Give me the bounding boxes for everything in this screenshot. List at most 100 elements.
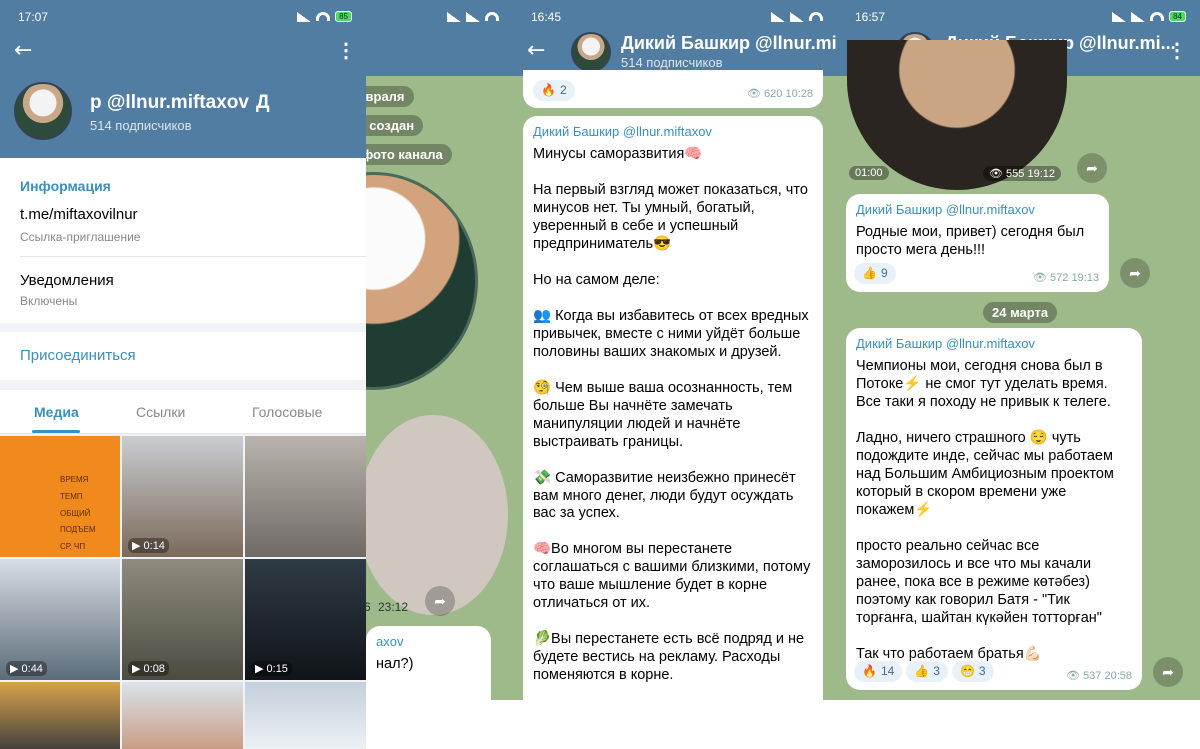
panel-profile: 17:07 85 ← ⋮ р @llnur.miftaxov 514 подпи… (0, 0, 366, 749)
post-message: Дикий Башкир @llnur.miftaxov Минусы само… (523, 116, 823, 700)
info-section: Информация t.me/miftaxovilnur Ссылка-при… (0, 158, 366, 323)
back-arrow-icon[interactable]: ← (527, 38, 545, 63)
media-thumb[interactable] (245, 682, 366, 749)
subscriber-count: 514 подписчиков (90, 118, 192, 133)
reaction-pill[interactable]: 👍 3 (906, 661, 948, 682)
previous-message: 🔥 2 👁 620 10:28 (523, 70, 823, 108)
status-bar: 17:07 85 (0, 0, 366, 33)
signal-icon (1112, 11, 1127, 22)
reaction-pill[interactable]: 👍 9 (854, 263, 896, 284)
tab-links[interactable]: Ссылки (136, 404, 185, 420)
wifi-icon (316, 12, 331, 21)
date-badge: 24 марта (983, 302, 1058, 323)
media-thumb[interactable]: ▶ 0:14 (122, 436, 243, 557)
divider (20, 256, 366, 257)
message-author: axov (376, 634, 404, 649)
media-thumb[interactable] (122, 682, 243, 749)
media-thumb[interactable]: ВРЕМЯ ТЕМП ОБЩИЙ ПОДЪЕМ СР. ЧП (0, 436, 120, 557)
message-bubble: Дикий Башкир @llnur.miftaxov Родные мои,… (846, 194, 1109, 292)
subscriber-count: 514 подписчиков (621, 54, 723, 70)
thumb-line: СР. ЧП (60, 542, 86, 552)
wifi-icon (809, 12, 823, 21)
message-author: Дикий Башкир @llnur.miftaxov (856, 336, 1035, 351)
reaction-count: 9 (880, 266, 888, 281)
thumb-line: ВРЕМЯ (60, 475, 89, 484)
reaction-count: 3 (933, 664, 940, 679)
more-menu-icon[interactable]: ⋮ (1167, 38, 1187, 63)
panel-chat-post: 16:45 ← Дикий Башкир @llnur.mi... 514 по… (513, 0, 837, 700)
media-thumb[interactable] (245, 436, 366, 557)
video-duration: 01:00 (849, 166, 889, 180)
video-meta: 👁 555 19:12 (983, 166, 1061, 181)
video-time: 23:12 (378, 600, 409, 614)
message-meta: 👁 537 20:58 (1066, 670, 1132, 683)
share-icon[interactable]: ➦ (1077, 153, 1107, 183)
video-duration: ▶ 0:44 (6, 661, 47, 676)
status-time: 16:57 (855, 9, 886, 24)
tab-media[interactable]: Медиа (34, 404, 79, 420)
media-thumb[interactable]: ▶ 0:15 (245, 559, 366, 680)
signal-icon (297, 11, 312, 22)
chat-header: 16:45 ← Дикий Башкир @llnur.mi... 514 по… (513, 0, 837, 76)
join-button[interactable]: Присоединиться (20, 347, 136, 364)
message-author: Дикий Башкир @llnur.miftaxov (856, 202, 1035, 217)
invite-link[interactable]: t.me/miftaxovilnur (20, 206, 138, 223)
reactions-row: 🔥 14 👍 3 😁 3 (854, 661, 998, 682)
media-tabs: Медиа Ссылки Голосовые (0, 390, 366, 434)
notifications-state: Включены (20, 294, 78, 308)
reaction-emoji: 🔥 (862, 664, 877, 679)
signal-icon (447, 11, 461, 22)
round-video-message[interactable] (358, 415, 508, 615)
message-bubble: Дикий Башкир @llnur.miftaxov Чемпионы мо… (846, 328, 1142, 690)
reaction-count: 14 (880, 664, 895, 679)
media-thumb[interactable]: ▶ 0:44 (0, 559, 120, 680)
channel-avatar[interactable] (14, 82, 72, 140)
reaction-emoji: 😁 (959, 664, 975, 679)
invite-link-caption: Ссылка-приглашение (20, 230, 141, 244)
tab-indicator (32, 430, 80, 433)
share-icon[interactable]: ➦ (1153, 657, 1183, 687)
wifi-icon (1150, 12, 1165, 21)
video-duration: ▶ 0:15 (251, 661, 292, 676)
reaction-pill[interactable]: 😁 3 (951, 661, 994, 682)
signal-icon (771, 11, 785, 22)
battery-icon: 85 (335, 11, 352, 22)
status-bar: 16:57 84 (837, 0, 1200, 33)
reaction-emoji: 🔥 (541, 83, 556, 97)
status-time: 16:45 (531, 9, 562, 24)
message-author: Дикий Башкир @llnur.miftaxov (533, 124, 712, 139)
back-arrow-icon[interactable]: ← (14, 38, 32, 63)
signal-icon-2 (790, 11, 804, 22)
profile-header: 17:07 85 ← ⋮ р @llnur.miftaxov 514 подпи… (0, 0, 366, 158)
reaction-emoji: 👍 (914, 664, 930, 679)
share-icon[interactable]: ➦ (1120, 258, 1150, 288)
reaction-count: 2 (559, 83, 567, 97)
wifi-icon (485, 12, 499, 21)
message-fragment: axov нал?) (366, 626, 491, 700)
message-meta: 👁 572 19:13 (1033, 272, 1099, 285)
reaction-pill[interactable]: 🔥 14 (854, 661, 903, 682)
reaction-pill[interactable]: 🔥 2 (533, 80, 575, 101)
more-menu-icon[interactable]: ⋮ (336, 38, 356, 63)
message-text: Родные мои, привет) сегодня был просто м… (856, 224, 1085, 259)
video-duration: ▶ 0:14 (128, 538, 169, 553)
media-thumb[interactable] (0, 682, 120, 749)
share-icon[interactable]: ➦ (425, 586, 455, 616)
message-text: Чемпионы мои, сегодня снова был в Потоке… (856, 358, 1114, 662)
message-text: Минусы саморазвития🧠 На первый взгляд мо… (533, 146, 811, 684)
media-thumb[interactable]: ▶ 0:08 (122, 559, 243, 680)
reaction-count: 3 (978, 664, 986, 679)
message-text: нал?) (376, 656, 414, 673)
info-header: Информация (20, 178, 111, 194)
channel-title: р @llnur.miftaxov (90, 92, 249, 113)
video-duration: ▶ 0:08 (128, 661, 169, 676)
status-time: 17:07 (18, 9, 49, 24)
channel-avatar[interactable] (571, 32, 611, 72)
thumb-line: ОБЩИЙ ПОДЪЕМ (60, 508, 96, 535)
channel-title-tail: Д (256, 92, 270, 113)
battery-icon: 84 (1169, 11, 1186, 22)
notifications-item[interactable]: Уведомления (20, 272, 114, 289)
channel-title: Дикий Башкир @llnur.mi... (621, 33, 837, 53)
panel-chat-latest: 16:57 84 ← Дикий Башкир @llnur.mi... 514… (837, 0, 1200, 700)
tab-voice[interactable]: Голосовые (252, 404, 322, 420)
